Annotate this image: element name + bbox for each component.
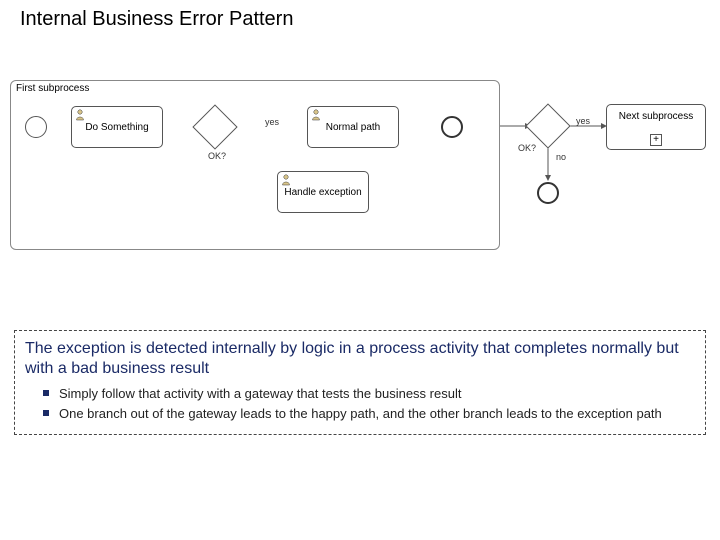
first-subprocess-container: First subprocess Do Something OK? yes No… [10, 80, 500, 250]
task-normal-path: Normal path [307, 106, 399, 148]
task-label: Handle exception [284, 187, 361, 198]
user-icon [281, 174, 291, 186]
edge-gw2-yes: yes [576, 116, 590, 126]
task-label: Normal path [326, 122, 380, 133]
gateway-2-label: OK? [518, 143, 536, 153]
gateway-1-label: OK? [208, 151, 226, 161]
gateway-ok-2 [525, 103, 570, 148]
edge-gw1-yes: yes [265, 117, 279, 127]
description-list: Simply follow that activity with a gatew… [43, 385, 695, 422]
user-icon [75, 109, 85, 121]
edge-gw2-no: no [556, 152, 566, 162]
description-bullet: One branch out of the gateway leads to t… [43, 405, 695, 423]
task-next-subprocess: Next subprocess + [606, 104, 706, 150]
task-do-something: Do Something [71, 106, 163, 148]
description-box: The exception is detected internally by … [14, 330, 706, 435]
gateway-ok-1 [192, 104, 237, 149]
bpmn-diagram: First subprocess Do Something OK? yes No… [10, 80, 710, 270]
description-main: The exception is detected internally by … [25, 339, 695, 379]
subprocess-label: First subprocess [16, 83, 89, 94]
task-handle-exception: Handle exception [277, 171, 369, 213]
user-icon [311, 109, 321, 121]
start-event [25, 116, 47, 138]
page-title: Internal Business Error Pattern [0, 0, 720, 31]
task-label: Do Something [85, 122, 148, 133]
task-label: Next subprocess [619, 111, 693, 122]
description-bullet: Simply follow that activity with a gatew… [43, 385, 695, 403]
terminate-end-event [537, 182, 559, 204]
subprocess-end-event [441, 116, 463, 138]
subprocess-marker-icon: + [650, 134, 662, 146]
